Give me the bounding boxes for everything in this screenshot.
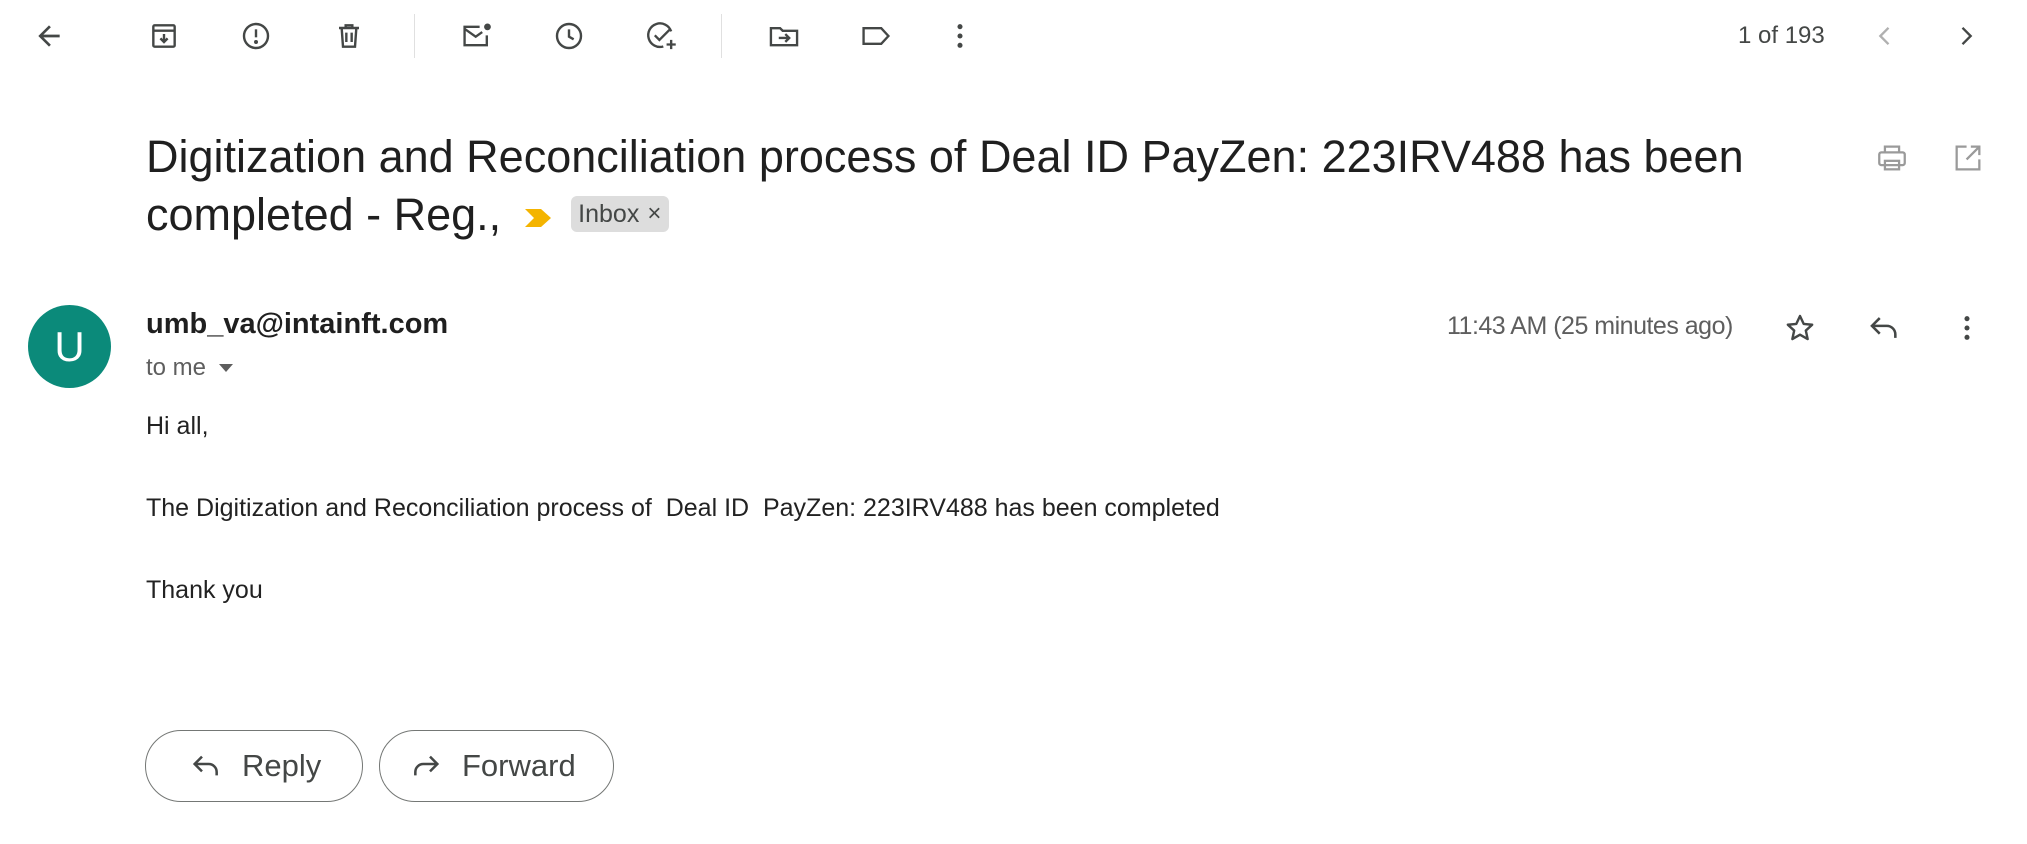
forward-button-label: Forward: [462, 748, 576, 783]
report-spam-icon: [242, 22, 270, 50]
report-spam-button[interactable]: [228, 8, 284, 64]
archive-button[interactable]: [136, 8, 192, 64]
reply-icon-button[interactable]: [1856, 300, 1912, 356]
label-chip-inbox[interactable]: Inbox ×: [571, 196, 670, 233]
toolbar-divider: [414, 14, 415, 58]
move-to-button[interactable]: [756, 8, 812, 64]
print-button[interactable]: [1864, 130, 1920, 186]
reply-button-label: Reply: [242, 748, 322, 783]
subject-text: Digitization and Reconciliation process …: [146, 131, 1744, 240]
recipient-text: to me: [146, 354, 207, 381]
toolbar-divider: [721, 14, 722, 58]
open-in-new-icon: [1955, 145, 1981, 171]
move-to-icon: [769, 26, 799, 47]
label-button[interactable]: [848, 8, 904, 64]
more-vert-icon: [1964, 316, 1970, 340]
reply-icon: [1870, 317, 1897, 338]
delete-icon: [339, 24, 359, 48]
star-button[interactable]: [1772, 300, 1828, 356]
email-body-message: The Digitization and Reconciliation proc…: [146, 494, 1220, 522]
print-icon: [1878, 145, 1906, 171]
forward-icon: [414, 755, 440, 776]
more-vert-icon: [957, 24, 963, 48]
email-body-closing: Thank you: [146, 576, 263, 604]
email-timestamp: 11:43 AM (25 minutes ago): [1447, 312, 1733, 340]
message-more-button[interactable]: [1939, 300, 1995, 356]
sender-email[interactable]: umb_va@intainft.com: [146, 308, 448, 341]
importance-marker-icon[interactable]: [523, 185, 553, 243]
forward-button[interactable]: Forward: [379, 730, 614, 802]
recipient-details[interactable]: to me: [146, 354, 234, 382]
email-subject: Digitization and Reconciliation process …: [146, 128, 1846, 247]
mark-unread-button[interactable]: [449, 8, 505, 64]
reply-button[interactable]: Reply: [145, 730, 363, 802]
back-button[interactable]: [21, 8, 77, 64]
reply-icon: [192, 755, 218, 776]
back-arrow-icon: [38, 25, 60, 47]
add-task-icon: [647, 22, 676, 50]
older-button[interactable]: [1938, 8, 1994, 64]
star-icon: [1786, 314, 1814, 341]
snooze-icon: [555, 22, 583, 50]
chevron-left-icon: [1878, 27, 1890, 45]
avatar[interactable]: U: [28, 305, 111, 388]
dropdown-arrow-icon: [219, 364, 234, 372]
more-options-button[interactable]: [932, 8, 988, 64]
snooze-button[interactable]: [541, 8, 597, 64]
archive-icon: [152, 24, 176, 48]
email-body-greeting: Hi all,: [146, 412, 209, 440]
newer-button[interactable]: [1857, 8, 1913, 64]
message-counter: 1 of 193: [1738, 22, 1825, 49]
delete-button[interactable]: [321, 8, 377, 64]
label-chip-text: Inbox: [578, 200, 640, 229]
mark-unread-icon: [463, 23, 491, 47]
chevron-right-icon: [1961, 27, 1973, 45]
label-icon: [862, 26, 891, 46]
open-new-window-button[interactable]: [1940, 130, 1996, 186]
add-task-button[interactable]: [634, 8, 690, 64]
remove-label-button[interactable]: ×: [647, 196, 661, 232]
